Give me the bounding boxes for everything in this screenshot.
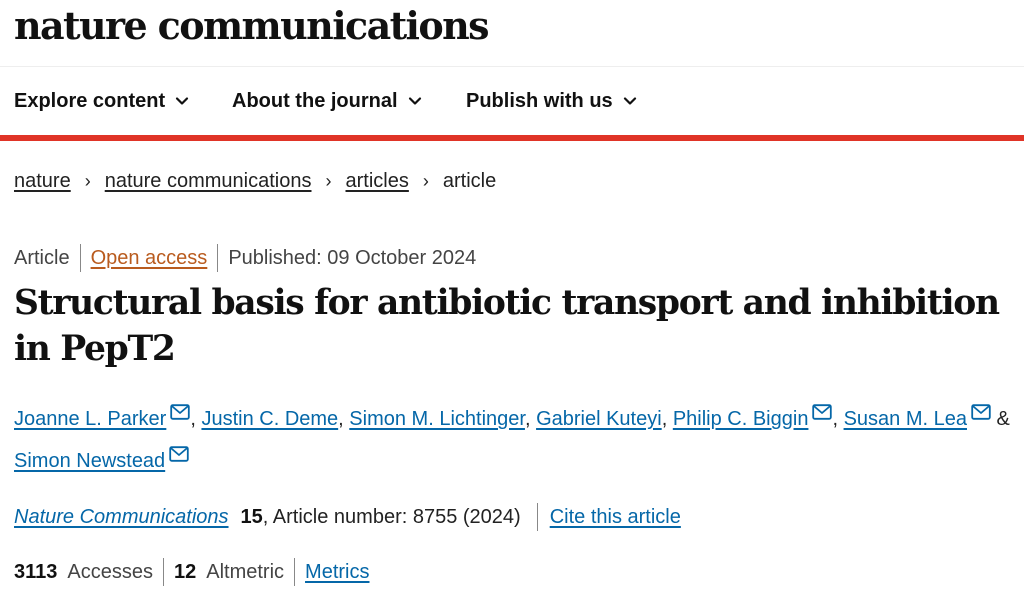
chevron-down-icon: [623, 94, 637, 108]
divider: [294, 558, 296, 586]
accesses-label: Accesses: [67, 560, 153, 583]
nav-item-label: Explore content: [14, 89, 166, 112]
divider: [162, 558, 164, 586]
author-separator: ,: [338, 408, 350, 430]
author-link[interactable]: Gabriel Kuteyi: [536, 408, 662, 430]
breadcrumb-link-nature[interactable]: nature: [14, 170, 71, 193]
mail-icon[interactable]: [971, 404, 991, 420]
nav-publish-with-us[interactable]: Publish with us: [466, 67, 637, 135]
breadcrumb-current: article: [442, 170, 497, 192]
volume-number: 15: [240, 505, 263, 528]
article-meta: Article Open access Published: 09 Octobe…: [14, 244, 476, 272]
accesses-count: 3113: [14, 560, 58, 583]
author-separator: ,: [832, 408, 844, 430]
nav-explore-content[interactable]: Explore content: [14, 67, 189, 135]
primary-nav: Explore content About the journal Publis…: [0, 67, 1024, 141]
published-date: Published: 09 October 2024: [228, 246, 477, 269]
journal-link[interactable]: Nature Communications: [14, 506, 229, 529]
article-number: , Article number: 8755 (2024): [262, 505, 521, 528]
article-metrics: 3113 Accesses 12 Altmetric Metrics: [14, 558, 369, 586]
breadcrumb-link-nature-communications[interactable]: nature communications: [105, 170, 312, 193]
article-title: Structural basis for antibiotic transpor…: [14, 283, 1000, 369]
author-link[interactable]: Joanne L. Parker: [14, 408, 166, 430]
nav-item-label: Publish with us: [466, 89, 613, 112]
metrics-link[interactable]: Metrics: [305, 561, 369, 584]
site-header: nature communications: [0, 0, 1024, 67]
breadcrumb: nature › nature communications › article…: [14, 170, 496, 193]
cite-this-article-link[interactable]: Cite this article: [550, 506, 681, 529]
mail-icon[interactable]: [812, 404, 833, 420]
altmetric-count: 12: [173, 560, 197, 583]
nav-about-the-journal[interactable]: About the journal: [232, 67, 422, 135]
mail-icon[interactable]: [170, 404, 191, 420]
open-access-link[interactable]: Open access: [91, 247, 208, 270]
altmetric-label: Altmetric: [206, 560, 285, 583]
nav-item-label: About the journal: [232, 89, 398, 112]
breadcrumb-separator: ›: [325, 171, 332, 191]
author-separator: ,: [524, 408, 537, 430]
author-link[interactable]: Susan M. Lea: [844, 408, 967, 430]
citation-line: Nature Communications 15 , Article numbe…: [14, 503, 681, 531]
mail-icon[interactable]: [169, 446, 189, 462]
divider: [79, 244, 81, 272]
author-link[interactable]: Simon M. Lichtinger: [349, 408, 525, 430]
author-separator: &: [990, 408, 1010, 430]
author-separator: ,: [190, 408, 202, 430]
author-link[interactable]: Simon Newstead: [14, 450, 165, 472]
author-link[interactable]: Justin C. Deme: [201, 408, 338, 430]
divider: [536, 503, 538, 531]
breadcrumb-separator: ›: [422, 171, 429, 191]
article-type: Article: [14, 246, 70, 269]
breadcrumb-link-articles[interactable]: articles: [346, 170, 409, 193]
chevron-down-icon: [175, 94, 189, 108]
author-list: Joanne L. Parker, Justin C. Deme, Simon …: [14, 398, 1014, 482]
author-link[interactable]: Philip C. Biggin: [673, 408, 809, 430]
author-separator: ,: [661, 408, 673, 430]
breadcrumb-separator: ›: [84, 171, 91, 191]
site-logo[interactable]: nature communications: [14, 0, 490, 52]
divider: [217, 244, 219, 272]
chevron-down-icon: [408, 94, 422, 108]
